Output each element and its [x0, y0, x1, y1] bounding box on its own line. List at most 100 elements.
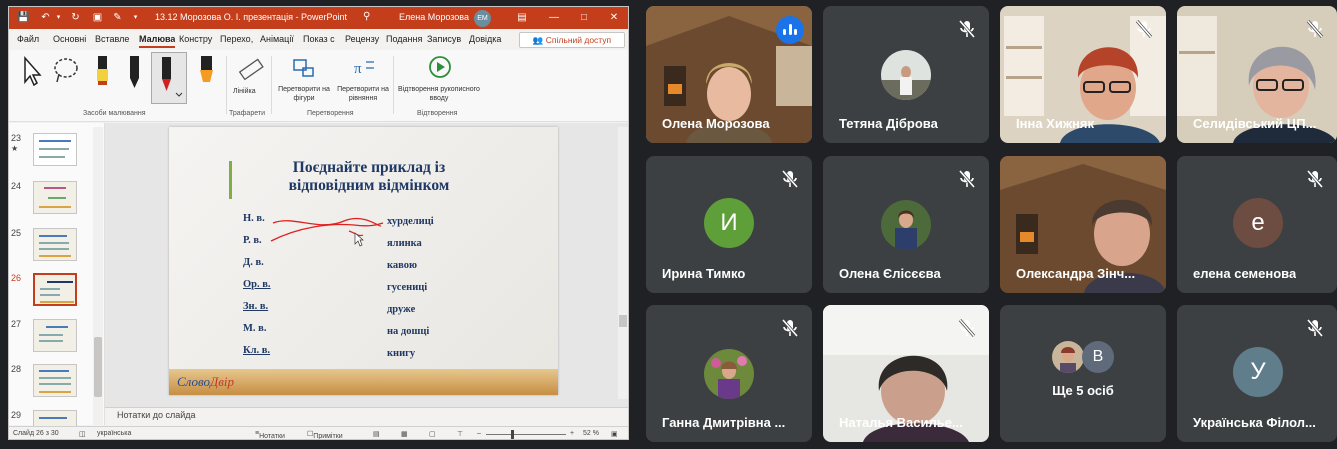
participant-tile[interactable]: Олена Морозова — [646, 6, 812, 143]
notes-pane[interactable]: Нотатки до слайда — [105, 407, 628, 424]
participant-tile[interactable]: Інна Хижняк — [1000, 6, 1166, 143]
thumbnails-scrollbar[interactable] — [93, 127, 103, 425]
tab-view[interactable]: Подання — [386, 34, 426, 44]
tab-record[interactable]: Записув — [427, 34, 467, 44]
participant-name: елена семенова — [1193, 266, 1297, 281]
ruler-label[interactable]: Лінійка — [233, 87, 256, 96]
mic-off-icon — [778, 167, 802, 191]
convert-group-label: Перетворення — [307, 110, 354, 117]
notes-button[interactable]: ≡ Нотатки — [255, 430, 285, 439]
participant-avatar — [881, 50, 931, 100]
more-participants-tile[interactable]: В Ще 5 осіб — [1000, 305, 1166, 442]
drawing-group-label: Засоби малювання — [83, 110, 146, 117]
slide-thumbnail[interactable] — [33, 181, 77, 214]
close-icon[interactable]: ✕ — [607, 10, 621, 26]
undo-dropdown-icon[interactable]: ▾ — [52, 11, 65, 24]
tab-design[interactable]: Констру — [179, 34, 217, 44]
participant-tile[interactable]: Олександра Зінч... — [1000, 156, 1166, 293]
slide-number: 25 — [11, 228, 22, 238]
search-icon[interactable]: ⚲ — [363, 11, 370, 22]
participant-name: Ганна Дмитрівна ... — [662, 415, 786, 430]
tab-insert[interactable]: Вставле — [95, 34, 137, 44]
pen-yellow-icon[interactable] — [91, 54, 113, 94]
participant-tile[interactable]: Наталья Василье... — [823, 305, 989, 442]
participant-name: Ирина Тимко — [662, 266, 746, 281]
slide-thumbnail[interactable] — [33, 228, 77, 261]
customize-toolbar-icon[interactable]: ▾ — [129, 11, 142, 24]
slide-thumbnail-selected[interactable] — [33, 273, 77, 306]
highlighter-orange-icon[interactable] — [195, 54, 217, 94]
user-avatar[interactable]: ЕМ — [474, 10, 491, 27]
ink-replay-icon[interactable] — [427, 54, 453, 80]
minimize-icon[interactable]: — — [547, 10, 561, 26]
slide-position: Слайд 26 з 30 — [13, 430, 59, 437]
participant-name: Олена Єлісєєва — [839, 266, 941, 281]
slide-thumbnail[interactable] — [33, 133, 77, 166]
select-cursor-icon[interactable] — [19, 54, 43, 88]
slide-scrollbar[interactable] — [618, 127, 628, 399]
svg-text:π: π — [354, 61, 362, 77]
mic-off-icon — [1303, 316, 1327, 340]
tab-draw[interactable]: Малюва — [139, 34, 175, 48]
participant-name: Наталья Василье... — [839, 415, 963, 430]
comments-button[interactable]: ☐ Примітки — [307, 430, 343, 439]
tab-review[interactable]: Рецензу — [345, 34, 385, 44]
participant-tile[interactable]: е елена семенова — [1177, 156, 1337, 293]
tab-transitions[interactable]: Перехо, — [220, 34, 258, 44]
redo-icon[interactable]: ↻ — [69, 11, 82, 24]
tab-slideshow[interactable]: Показ с — [303, 34, 343, 44]
ink-annotation — [270, 217, 384, 247]
tab-file[interactable]: Файл — [17, 34, 43, 44]
share-label: Спільний доступ — [545, 35, 612, 45]
participant-tile[interactable]: Олена Єлісєєва — [823, 156, 989, 293]
zoom-level[interactable]: 52 % — [583, 430, 599, 437]
pen-red-selected[interactable] — [151, 52, 187, 104]
present-icon[interactable]: ▣ — [91, 11, 104, 24]
share-button[interactable]: 👥 Спільний доступ — [519, 32, 625, 48]
participant-tile[interactable]: Тетяна Діброва — [823, 6, 989, 143]
lasso-select-icon[interactable] — [51, 54, 81, 88]
speaking-indicator-icon — [776, 16, 804, 44]
convert-math-label[interactable]: Перетворити на рівняння — [335, 85, 391, 103]
participant-tile[interactable]: Ганна Дмитрівна ... — [646, 305, 812, 442]
participant-tile[interactable]: Селидівський ЦП... — [1177, 6, 1337, 143]
tab-animations[interactable]: Анімації — [260, 34, 300, 44]
scrollbar-thumb[interactable] — [619, 315, 627, 327]
maximize-icon[interactable]: □ — [577, 10, 591, 26]
zoom-slider-thumb[interactable] — [511, 430, 514, 439]
ink-to-math-icon[interactable]: π — [351, 56, 377, 80]
slideshow-view-icon[interactable]: ⊤ — [457, 430, 463, 438]
fit-to-window-icon[interactable]: ▣ — [611, 430, 618, 438]
tab-home[interactable]: Основні — [53, 34, 93, 44]
user-name[interactable]: Елена Морозова — [399, 12, 469, 22]
ruler-icon[interactable] — [237, 56, 265, 82]
convert-shapes-label[interactable]: Перетворити на фігури — [277, 85, 331, 103]
slide-sorter-icon[interactable]: ▦ — [401, 430, 408, 438]
ink-replay-label[interactable]: Відтворення рукописного вводу — [397, 85, 481, 103]
save-icon[interactable]: 💾 — [17, 11, 30, 24]
reading-view-icon[interactable]: ▢ — [429, 430, 436, 438]
notes-placeholder: Нотатки до слайда — [117, 410, 196, 420]
ink-to-shape-icon[interactable] — [291, 56, 317, 80]
ribbon: Засоби малювання Лінійка Трафарети Перет… — [9, 50, 628, 122]
mic-off-icon — [955, 316, 979, 340]
undo-icon[interactable]: ↶ — [39, 11, 52, 24]
ribbon-display-icon[interactable]: ▤ — [515, 10, 529, 26]
participant-tile[interactable]: И Ирина Тимко — [646, 156, 812, 293]
scrollbar-thumb[interactable] — [94, 337, 102, 397]
zoom-in-icon[interactable]: + — [570, 430, 574, 437]
pen-black-icon[interactable] — [123, 54, 145, 94]
normal-view-icon[interactable]: ▤ — [373, 430, 380, 438]
zoom-slider[interactable] — [486, 434, 566, 435]
slide[interactable]: Поєднайте приклад із відповідним відмінк… — [169, 127, 558, 395]
slide-thumbnail[interactable] — [33, 319, 77, 352]
slide-thumbnail[interactable] — [33, 364, 77, 397]
format-painter-icon[interactable]: ✎ — [111, 11, 124, 24]
participant-name: Олександра Зінч... — [1016, 266, 1136, 281]
tab-help[interactable]: Довідка — [469, 34, 507, 44]
zoom-out-icon[interactable]: – — [477, 430, 481, 437]
spellcheck-icon[interactable]: ◫ — [79, 430, 86, 438]
ribbon-tabs: Файл Основні Вставле Малюва Констру Пере… — [9, 29, 628, 50]
language-indicator[interactable]: українська — [97, 430, 131, 437]
participant-tile[interactable]: У Українська Філол... — [1177, 305, 1337, 442]
